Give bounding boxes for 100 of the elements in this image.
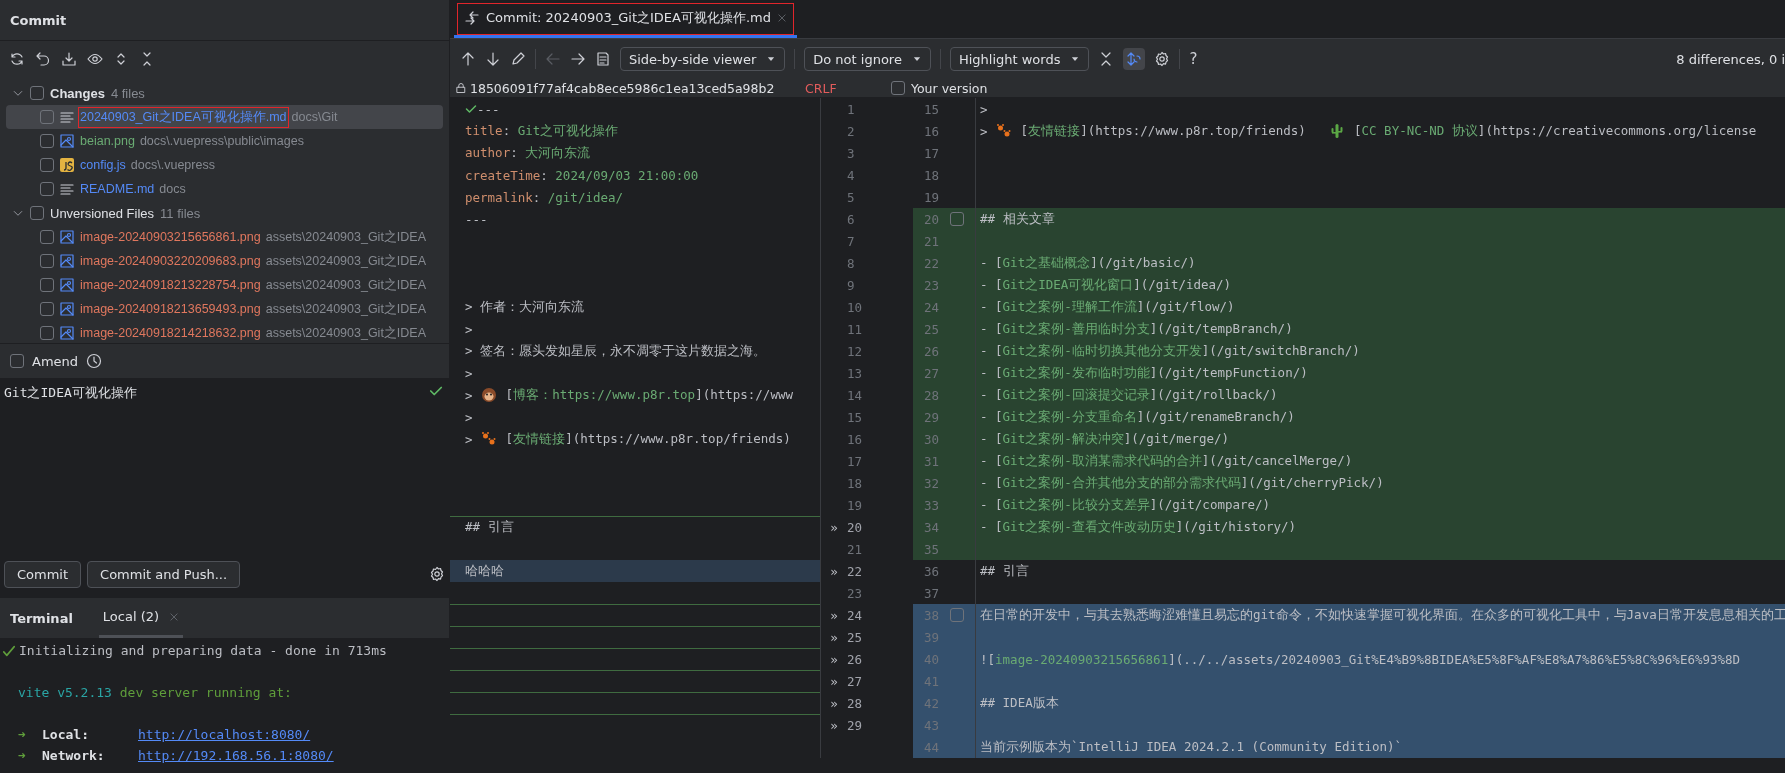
code-text: ## IDEA版本 bbox=[980, 694, 1059, 712]
commit-message-field[interactable]: Git之IDEA可视化操作 bbox=[0, 378, 449, 550]
code-text: > 作者：大河向东流 bbox=[465, 298, 585, 316]
url-link[interactable]: http://localhost:8080/ bbox=[138, 727, 311, 742]
line-number: 17 bbox=[922, 145, 939, 161]
line-number: 39 bbox=[922, 629, 939, 645]
line-number: 4 bbox=[847, 167, 855, 183]
code-text: - [Git之案例-善用临时分支](/git/tempBranch/) bbox=[980, 320, 1293, 338]
file-checkbox[interactable] bbox=[40, 134, 54, 148]
your-version-checkbox[interactable] bbox=[891, 81, 905, 95]
code-text: > bbox=[465, 387, 474, 403]
code-text: - [Git之案例-临时切换其他分支开发](/git/switchBranch/) bbox=[980, 342, 1360, 360]
file-checkbox[interactable] bbox=[40, 254, 54, 268]
line-separator: CRLF bbox=[805, 80, 838, 96]
apply-change-button[interactable]: » bbox=[830, 673, 838, 689]
line-number: 1 bbox=[847, 101, 855, 117]
code-text: createTime: 2024/09/03 21:00:00 bbox=[465, 167, 699, 183]
clock-icon[interactable] bbox=[86, 353, 103, 369]
arrow-right-icon[interactable] bbox=[570, 51, 586, 67]
file-path: assets\20240903_Git之IDEA bbox=[265, 276, 427, 294]
eye-icon[interactable] bbox=[87, 51, 103, 67]
line-number: 30 bbox=[922, 431, 939, 447]
line-number: 25 bbox=[922, 321, 939, 337]
settings-icon[interactable] bbox=[1154, 51, 1171, 67]
amend-checkbox[interactable] bbox=[10, 354, 24, 368]
change-checkbox[interactable] bbox=[950, 212, 964, 226]
sync-scroll-toggle[interactable] bbox=[1123, 48, 1146, 70]
undo-icon[interactable] bbox=[35, 51, 51, 67]
apply-change-button[interactable]: » bbox=[830, 717, 838, 733]
file-row[interactable]: image-20240903220209683.png assets\20240903_Git之IDEA bbox=[6, 249, 443, 273]
group-label[interactable]: Unversioned Files bbox=[50, 205, 155, 221]
file-row[interactable]: image-20240918213228754.png assets\20240903_Git之IDEA bbox=[6, 273, 443, 297]
code-text: ![image-20240903215656861](../../assets/20240903_Git%E4%B9%8BIDEA%E5%8F%AF%E8%A7%86%E5%8C%96%E6%93%8D bbox=[980, 651, 1741, 667]
file-row[interactable]: image-20240903215656861.png assets\20240903_Git之IDEA bbox=[6, 225, 443, 249]
file-path: docs\Git bbox=[291, 110, 338, 124]
code-text: Initializing and preparing data - done in 713ms bbox=[19, 643, 387, 658]
file-name: image-20240903220209683.png bbox=[80, 254, 261, 268]
change-checkbox[interactable] bbox=[950, 608, 964, 622]
apply-change-button[interactable]: » bbox=[830, 695, 838, 711]
file-checkbox[interactable] bbox=[40, 302, 54, 316]
image-file-icon bbox=[59, 301, 75, 317]
line-number: 42 bbox=[922, 695, 939, 711]
file-row[interactable]: beian.png docs\.vuepress\public\images bbox=[6, 129, 443, 153]
code-text: [博客：https://www.p8r.top](https://www bbox=[504, 386, 793, 404]
pencil-icon[interactable] bbox=[510, 51, 526, 67]
terminal-label: Local: bbox=[42, 727, 90, 742]
apply-change-button[interactable]: » bbox=[830, 563, 838, 579]
code-text: ## 引言 bbox=[465, 519, 514, 536]
close-icon[interactable] bbox=[777, 12, 788, 23]
code-text: > bbox=[465, 321, 473, 337]
terminal-tab[interactable]: Local (2) bbox=[98, 598, 184, 638]
line-number: 2 bbox=[847, 123, 855, 139]
line-number: 13 bbox=[847, 365, 863, 381]
apply-change-button[interactable]: » bbox=[830, 651, 838, 667]
arrow-left-icon[interactable] bbox=[545, 51, 561, 67]
file-row[interactable]: config.js docs\.vuepress bbox=[6, 153, 443, 177]
file-row[interactable]: image-20240918214218632.png assets\20240903_Git之IDEA bbox=[6, 321, 443, 343]
line-number: 15 bbox=[847, 409, 863, 425]
document-icon[interactable] bbox=[595, 51, 611, 67]
apply-change-button[interactable]: » bbox=[830, 607, 838, 623]
help-button[interactable]: ? bbox=[1189, 50, 1198, 68]
arrow-down-icon[interactable] bbox=[485, 51, 501, 67]
file-path: docs\.vuepress bbox=[130, 158, 215, 172]
dropdown[interactable]: Side-by-side viewer bbox=[620, 47, 786, 71]
file-checkbox[interactable] bbox=[40, 110, 54, 124]
file-count: 11 files bbox=[160, 205, 201, 221]
file-checkbox[interactable] bbox=[40, 278, 54, 292]
line-number: 38 bbox=[922, 607, 939, 623]
commit-button[interactable]: Commit bbox=[4, 560, 82, 588]
line-number: 32 bbox=[922, 475, 939, 491]
commit-and-push-button[interactable]: Commit and Push... bbox=[87, 560, 241, 588]
lock-icon bbox=[455, 82, 467, 94]
apply-change-button[interactable]: » bbox=[830, 629, 838, 645]
refresh-icon[interactable] bbox=[9, 51, 25, 67]
close-icon[interactable] bbox=[169, 611, 180, 622]
group-checkbox[interactable] bbox=[30, 206, 44, 220]
file-row[interactable]: README.md docs bbox=[6, 177, 443, 201]
dropdown[interactable]: Highlight words bbox=[949, 47, 1090, 71]
file-count: 4 files bbox=[110, 85, 145, 101]
url-link[interactable]: http://192.168.56.1:8080/ bbox=[138, 748, 334, 763]
file-checkbox[interactable] bbox=[40, 158, 54, 172]
line-number: 19 bbox=[847, 497, 863, 513]
dropdown[interactable]: Do not ignore bbox=[804, 47, 931, 71]
file-row[interactable]: image-20240918213659493.png assets\20240903_Git之IDEA bbox=[6, 297, 443, 321]
apply-change-button[interactable]: » bbox=[830, 519, 838, 535]
file-checkbox[interactable] bbox=[40, 326, 54, 340]
file-checkbox[interactable] bbox=[40, 182, 54, 196]
download-icon[interactable] bbox=[61, 51, 77, 67]
file-name: image-20240918213659493.png bbox=[80, 302, 261, 316]
code-text: - [Git之案例-查看文件改动历史](/git/history/) bbox=[980, 518, 1297, 536]
group-checkbox[interactable] bbox=[30, 86, 44, 100]
line-number: 24 bbox=[847, 607, 863, 623]
arrow-up-icon[interactable] bbox=[460, 51, 476, 67]
group-label[interactable]: Changes bbox=[50, 85, 105, 101]
code-text: > bbox=[465, 409, 473, 425]
settings-icon[interactable] bbox=[429, 566, 445, 582]
line-number: 24 bbox=[922, 299, 939, 315]
image-file-icon bbox=[59, 325, 75, 341]
file-checkbox[interactable] bbox=[40, 230, 54, 244]
file-name: beian.png bbox=[80, 134, 135, 148]
